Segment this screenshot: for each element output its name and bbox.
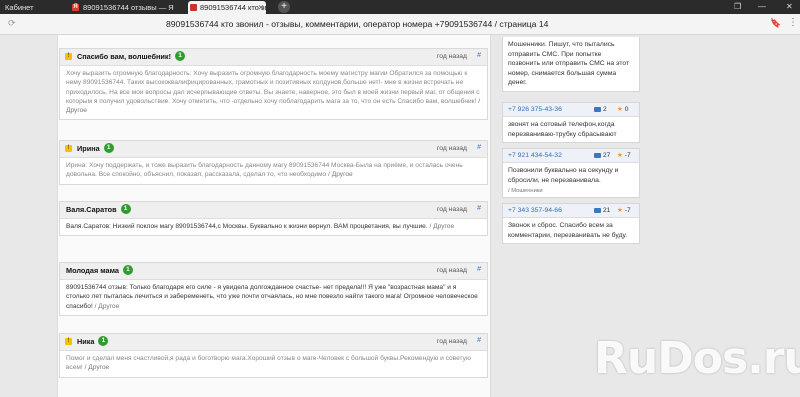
review-text: Валя.Саратов: Низкий поклон магу 8909153… [66, 223, 455, 230]
review-card: ! Спасибо вам, волшебник! 1 год назад # Х… [59, 48, 488, 121]
review-text: Хочу выразить огромную благодарность: Хо… [66, 70, 481, 115]
permalink[interactable]: # [477, 144, 481, 151]
review-card: ! Ника 1 год назад # Помог и сделал меня … [59, 333, 488, 378]
warning-icon: ! [65, 338, 72, 345]
tab-active-page[interactable]: 89091536744 кто зв ✕ [188, 1, 266, 14]
site-favicon-icon [190, 4, 197, 11]
phone-link[interactable]: +7 926 375-43-36 [508, 106, 562, 113]
review-author: Молодая мама 1 [66, 265, 133, 276]
permalink[interactable]: # [477, 52, 481, 59]
review-author: Спасибо вам, волшебник! 1 [77, 51, 185, 62]
watermark: RuDos.ru [594, 333, 800, 384]
rating-badge: 1 [120, 204, 131, 215]
comment-text: Позвонили буквально на секунду и сбросил… [508, 167, 619, 184]
review-date: год назад [436, 267, 467, 274]
permalink[interactable]: # [477, 266, 481, 273]
reload-icon[interactable]: ⟳ [8, 18, 16, 29]
rating-badge: 1 [122, 265, 133, 276]
review-header: ! Спасибо вам, волшебник! 1 год назад # [60, 49, 487, 66]
review-text: Помог и сделал меня счастливой,я рада и … [66, 355, 471, 372]
phone-link[interactable]: +7 921 434-54-32 [508, 152, 562, 159]
phone-link[interactable]: +7 343 357-94-66 [508, 207, 562, 214]
comment-text: Мошенники. Пишут, что пытались отправить… [508, 41, 630, 87]
rating: ★ 0 [617, 106, 629, 113]
recent-comment: +7 921 434-54-32 27 ★ -7 Позвонили буква… [502, 148, 640, 199]
comment-bubble-icon [594, 106, 601, 112]
star-icon: ★ [617, 207, 623, 214]
close-window-icon[interactable]: ✕ [786, 1, 793, 13]
review-card: Валя.Саратов 1 год назад # Валя.Саратов: … [59, 201, 488, 237]
review-text: 89091536744 отзыв: Только благодаря его … [66, 284, 478, 310]
review-header: Молодая мама 1 год назад # [60, 263, 487, 280]
review-header: Валя.Саратов 1 год назад # [60, 202, 487, 219]
comment-count: 21 [594, 207, 610, 214]
category-link[interactable]: / Другое [95, 303, 120, 310]
review-author: Валя.Саратов 1 [66, 204, 131, 215]
category-tag[interactable]: / Мошенники [503, 188, 639, 197]
rating: ★ -7 [617, 207, 631, 214]
rating-badge: 1 [175, 51, 185, 62]
rating-badge: 1 [103, 143, 114, 154]
review-author: Ирина 1 [77, 143, 114, 154]
review-date: год назад [436, 206, 467, 213]
comment-header: +7 343 357-94-66 21 ★ -7 [503, 204, 639, 218]
comment-header: +7 921 434-54-32 27 ★ -7 [503, 149, 639, 163]
review-date: год назад [436, 145, 467, 152]
tab-label: 89091536744 кто зв [200, 3, 266, 12]
review-card: Молодая мама 1 год назад # 89091536744 от… [59, 262, 488, 316]
tab-yandex-search[interactable]: Я 89091536744 отзывы — Я [70, 1, 185, 14]
tab-cabinet[interactable]: Кабинет [5, 1, 55, 14]
bookmark-icon[interactable]: 🔖 [770, 18, 781, 29]
review-author: Ника 1 [77, 336, 109, 347]
new-tab-button[interactable]: + [278, 1, 290, 13]
comment-bubble-icon [594, 152, 601, 158]
star-icon: ★ [617, 152, 623, 159]
recent-comment: +7 926 375-43-36 2 ★ 0 звонят на сотовый… [502, 102, 640, 144]
comment-bubble-icon [594, 207, 601, 213]
close-tab-icon[interactable]: ✕ [258, 1, 264, 14]
star-icon: ★ [617, 106, 623, 113]
recent-comment: +7 343 357-94-66 21 ★ -7 Звонок и сброс.… [502, 203, 640, 245]
rating: ★ -7 [617, 152, 631, 159]
address-bar: ⟳ 89091536744 кто звонил - отзывы, комме… [0, 14, 800, 35]
category-link[interactable]: / Другое [85, 364, 110, 371]
category-link[interactable]: / Другое [328, 171, 353, 178]
tab-label: 89091536744 отзывы — Я [83, 3, 174, 12]
yandex-icon: Я [72, 4, 79, 11]
review-date: год назад [436, 53, 467, 60]
comment-text: Звонок и сброс. Спасибо всем за коммента… [508, 222, 628, 239]
permalink[interactable]: # [477, 205, 481, 212]
review-date: год назад [436, 338, 467, 345]
review-text: Ирина: Хочу поддержать, и тоже выразить … [66, 162, 463, 179]
comment-count: 2 [594, 106, 607, 113]
warning-icon: ! [65, 145, 72, 152]
category-link[interactable]: / Другое [430, 223, 455, 230]
recent-comment: Мошенники. Пишут, что пытались отправить… [502, 37, 640, 92]
menu-icon[interactable]: ⋮ [788, 17, 798, 28]
review-header: ! Ирина 1 год назад # [60, 141, 487, 158]
review-card: ! Ирина 1 год назад # Ирина: Хочу поддерж… [59, 140, 488, 185]
review-header: ! Ника 1 год назад # [60, 334, 487, 351]
comment-count: 27 [594, 152, 610, 159]
page-title: 89091536744 кто звонил - отзывы, коммент… [166, 19, 549, 29]
warning-icon: ! [65, 53, 72, 60]
permalink[interactable]: # [477, 337, 481, 344]
minimize-icon[interactable]: — [758, 1, 766, 13]
comment-header: +7 926 375-43-36 2 ★ 0 [503, 103, 639, 117]
browser-tab-bar: Кабинет Я 89091536744 отзывы — Я 8909153… [0, 0, 800, 14]
rating-badge: 1 [98, 336, 109, 347]
restore-window-icon[interactable]: ❐ [734, 1, 741, 13]
comment-text: звонят на сотовый телефон,когда перезван… [508, 121, 617, 138]
